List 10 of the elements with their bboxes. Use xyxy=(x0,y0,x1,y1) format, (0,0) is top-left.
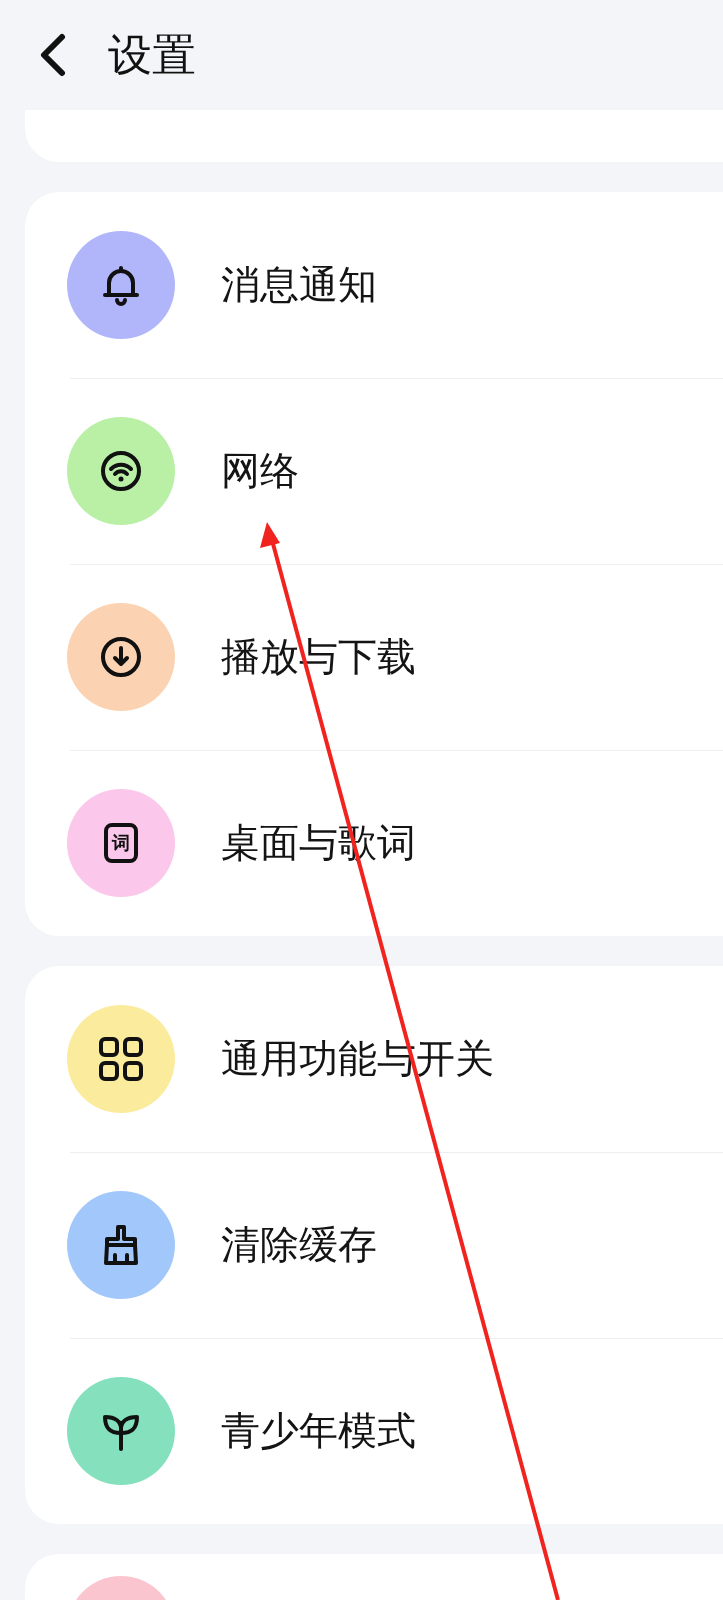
page-title: 设置 xyxy=(108,27,196,82)
settings-item[interactable]: 青少年模式 xyxy=(221,1404,416,1458)
wifi-icon xyxy=(99,449,143,493)
lyrics-icon: 词 xyxy=(104,823,138,863)
back-icon[interactable] xyxy=(38,33,68,77)
settings-item[interactable]: 消息通知 xyxy=(221,258,377,312)
grid-icon xyxy=(97,1035,145,1083)
settings-item[interactable]: 清除缓存 xyxy=(221,1218,377,1272)
download-icon xyxy=(99,635,143,679)
settings-item[interactable]: 网络 xyxy=(221,444,299,498)
